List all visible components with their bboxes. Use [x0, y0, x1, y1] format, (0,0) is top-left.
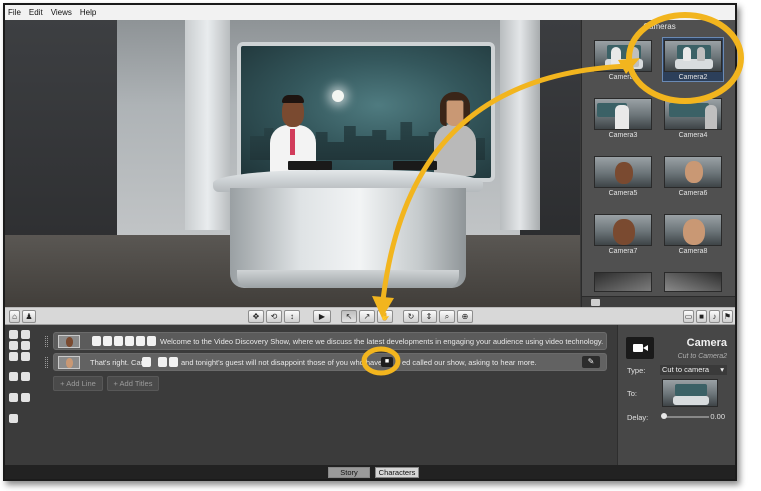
target-camera-thumb[interactable] — [662, 379, 718, 407]
elevation-icon[interactable]: ↕ — [284, 310, 300, 323]
line-2-text-c: ed called our show, asking to hear more. — [402, 358, 537, 367]
expression-chip-icon[interactable] — [114, 336, 123, 346]
chevron-down-icon: ▾ — [720, 365, 724, 374]
music-icon[interactable]: ♪ — [709, 310, 720, 323]
camera-thumb-4[interactable]: Camera4 — [662, 98, 724, 139]
camera-cut-chip-icon[interactable]: ■ — [381, 357, 393, 367]
menu-help[interactable]: Help — [80, 8, 96, 17]
camera-add-icon[interactable] — [591, 299, 600, 306]
moon — [332, 90, 344, 102]
point-icon[interactable] — [21, 352, 30, 361]
add-titles-button[interactable]: + Add Titles — [107, 376, 159, 391]
zoom-fit-icon[interactable]: ⊕ — [457, 310, 473, 323]
cameras-panel-title: Cameras — [643, 22, 676, 31]
image-chip-icon[interactable] — [92, 336, 101, 346]
menu-file[interactable]: File — [8, 8, 21, 17]
playback-toolbar: ⌂ ♟ ✥ ⟲ ↕ ▶ ↖ ↗ ✋ ↻ ⇕ ⌕ ⊕ ▭ ■ ♪ ⚑ — [5, 307, 735, 325]
to-label: To: — [627, 389, 638, 398]
walk-icon[interactable] — [21, 330, 30, 339]
walk-tool-icon[interactable]: ↗ — [359, 310, 375, 323]
line-2-text-a: That's right. Car — [90, 358, 144, 367]
gesture-palette-icon[interactable] — [9, 341, 18, 350]
cameras-panel: Cameras Camera1 Camera2 Camera3 Camera4 … — [581, 20, 735, 307]
gesture-chip-icon[interactable] — [158, 357, 167, 367]
drag-handle-icon[interactable] — [45, 336, 48, 347]
type-select[interactable]: Cut to camera ▾ — [660, 365, 727, 375]
camera-thumb-7[interactable]: Camera7 — [592, 214, 654, 255]
desk-monitor-right — [393, 161, 437, 170]
camera-thumb-5[interactable]: Camera5 — [592, 156, 654, 197]
avatar-male[interactable] — [58, 335, 80, 348]
camera-thumb-8[interactable]: Camera8 — [662, 214, 724, 255]
camera-view-icon[interactable]: ▭ — [683, 310, 694, 323]
vertical-move-icon[interactable]: ⇕ — [421, 310, 437, 323]
line-2-text-b: and tonight's guest will not disappoint … — [181, 358, 383, 367]
properties-subtitle: Cut to Camera2 — [677, 353, 727, 360]
camera-chip-icon[interactable] — [142, 357, 151, 367]
look-icon[interactable] — [9, 352, 18, 361]
camera-thumb-3[interactable]: Camera3 — [592, 98, 654, 139]
delay-value: 0.00 — [710, 412, 725, 421]
camera-orbit-icon[interactable]: ⟲ — [266, 310, 282, 323]
gesture-chip-icon[interactable] — [125, 336, 134, 346]
line-1-text: Welcome to the Video Discovery Show, whe… — [160, 337, 604, 346]
delay-label: Delay: — [627, 413, 649, 422]
motion-icon[interactable] — [21, 341, 30, 350]
pan-tool-icon[interactable]: ✋ — [377, 310, 393, 323]
drag-handle-icon[interactable] — [45, 357, 48, 368]
camera-thumb-2[interactable]: Camera2 — [662, 37, 724, 82]
properties-title: Camera — [686, 337, 727, 349]
menu-edit[interactable]: Edit — [29, 8, 43, 17]
script-line-2[interactable]: That's right. Car and tonight's guest wi… — [45, 353, 607, 371]
avatar-female[interactable] — [58, 356, 80, 369]
delay-slider[interactable] — [663, 416, 709, 418]
tab-characters[interactable]: Characters — [375, 467, 419, 478]
camera-thumb-1[interactable]: Camera1 — [592, 40, 654, 81]
look-chip-icon[interactable] — [147, 336, 156, 346]
video-icon[interactable]: ■ — [696, 310, 707, 323]
video-camera-icon — [626, 337, 654, 359]
desk-monitor-left — [288, 161, 332, 170]
image-action-icon[interactable] — [21, 393, 30, 402]
camera-action-icon[interactable] — [9, 372, 18, 381]
tab-story[interactable]: Story — [328, 467, 370, 478]
pause-action-icon[interactable] — [9, 414, 18, 423]
rotate-icon[interactable]: ↻ — [403, 310, 419, 323]
characters-icon[interactable]: ♟ — [22, 310, 36, 323]
camera-thumb-10[interactable] — [662, 272, 724, 292]
music-action-icon[interactable] — [9, 393, 18, 402]
type-label: Type: — [627, 366, 646, 375]
gesture-icon[interactable]: ⚑ — [722, 310, 733, 323]
home-icon[interactable]: ⌂ — [9, 310, 20, 323]
properties-panel: Camera Cut to Camera2 Type: Cut to camer… — [617, 325, 735, 465]
menu-views[interactable]: Views — [51, 8, 72, 17]
move-icon[interactable]: ✥ — [248, 310, 264, 323]
camera-thumb-9[interactable] — [592, 272, 654, 292]
menu-bar: File Edit Views Help — [5, 5, 735, 20]
gesture-chip-icon-2[interactable] — [136, 336, 145, 346]
video-action-icon[interactable] — [21, 372, 30, 381]
camera-chip-icon[interactable] — [103, 336, 112, 346]
app-window: File Edit Views Help Cameras Camera1 Cam… — [3, 3, 737, 481]
select-tool-icon[interactable]: ↖ — [341, 310, 357, 323]
camera-thumb-6[interactable]: Camera6 — [662, 156, 724, 197]
edit-line-button[interactable]: ✎ — [582, 356, 600, 368]
script-line-1[interactable]: Welcome to the Video Discovery Show, whe… — [45, 332, 607, 350]
play-icon[interactable]: ▶ — [313, 310, 331, 323]
story-script-area: Welcome to the Video Discovery Show, whe… — [5, 325, 617, 465]
bottom-tab-bar: Story Characters — [5, 465, 735, 479]
delay-slider-knob[interactable] — [661, 413, 667, 419]
expression-icon[interactable] — [9, 330, 18, 339]
zoom-icon[interactable]: ⌕ — [439, 310, 455, 323]
scene-viewport[interactable] — [5, 20, 580, 307]
gesture-chip-icon-2[interactable] — [169, 357, 178, 367]
character-female-anchor[interactable] — [430, 92, 480, 176]
add-line-button[interactable]: + Add Line — [53, 376, 103, 391]
